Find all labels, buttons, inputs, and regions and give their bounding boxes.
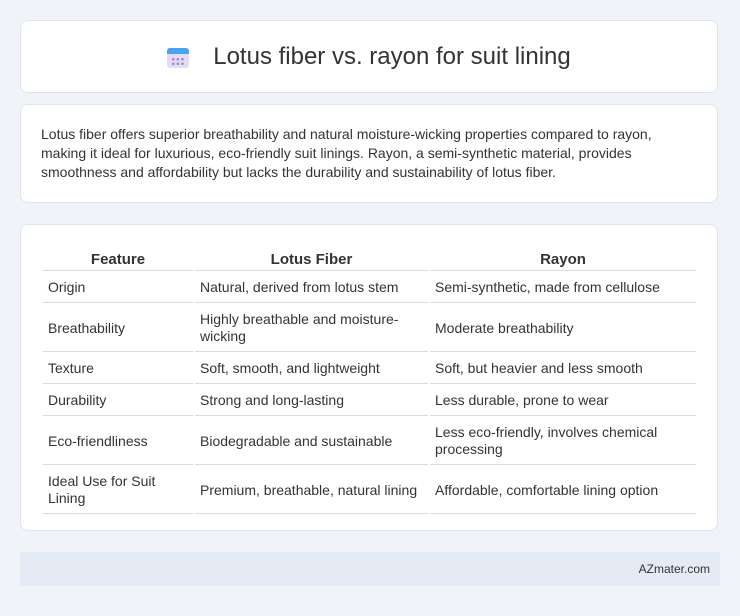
table-row: Eco-friendliness Biodegradable and susta… — [43, 418, 696, 465]
row-lotus-value: Soft, smooth, and lightweight — [195, 354, 428, 384]
row-rayon-value: Moderate breathability — [430, 305, 696, 352]
comparison-table: Feature Lotus Fiber Rayon Origin Natural… — [41, 243, 698, 516]
row-feature: Ideal Use for Suit Lining — [43, 467, 193, 514]
table-header-row: Feature Lotus Fiber Rayon — [43, 245, 696, 271]
summary-text: Lotus fiber offers superior breathabilit… — [41, 126, 652, 180]
title-card: Lotus fiber vs. rayon for suit lining — [20, 20, 718, 93]
header-rayon: Rayon — [430, 245, 696, 271]
table-row: Texture Soft, smooth, and lightweight So… — [43, 354, 696, 384]
row-lotus-value: Natural, derived from lotus stem — [195, 273, 428, 303]
row-feature: Eco-friendliness — [43, 418, 193, 465]
table-row: Durability Strong and long-lasting Less … — [43, 386, 696, 416]
row-rayon-value: Affordable, comfortable lining option — [430, 467, 696, 514]
row-lotus-value: Strong and long-lasting — [195, 386, 428, 416]
page-title: Lotus fiber vs. rayon for suit lining — [213, 42, 571, 70]
row-lotus-value: Premium, breathable, natural lining — [195, 467, 428, 514]
row-rayon-value: Less eco-friendly, involves chemical pro… — [430, 418, 696, 465]
footer: AZmater.com — [20, 552, 720, 586]
row-lotus-value: Highly breathable and moisture-wicking — [195, 305, 428, 352]
row-feature: Durability — [43, 386, 193, 416]
table-row: Ideal Use for Suit Lining Premium, breat… — [43, 467, 696, 514]
table-row: Breathability Highly breathable and mois… — [43, 305, 696, 352]
header-lotus-fiber: Lotus Fiber — [195, 245, 428, 271]
row-lotus-value: Biodegradable and sustainable — [195, 418, 428, 465]
row-rayon-value: Soft, but heavier and less smooth — [430, 354, 696, 384]
comparison-card: Feature Lotus Fiber Rayon Origin Natural… — [20, 224, 718, 531]
row-feature: Origin — [43, 273, 193, 303]
header-feature: Feature — [43, 245, 193, 271]
summary-card: Lotus fiber offers superior breathabilit… — [20, 104, 718, 203]
row-feature: Breathability — [43, 305, 193, 352]
footer-site-link[interactable]: AZmater.com — [639, 562, 710, 576]
table-row: Origin Natural, derived from lotus stem … — [43, 273, 696, 303]
row-rayon-value: Semi-synthetic, made from cellulose — [430, 273, 696, 303]
calendar-icon — [167, 46, 190, 68]
row-rayon-value: Less durable, prone to wear — [430, 386, 696, 416]
row-feature: Texture — [43, 354, 193, 384]
